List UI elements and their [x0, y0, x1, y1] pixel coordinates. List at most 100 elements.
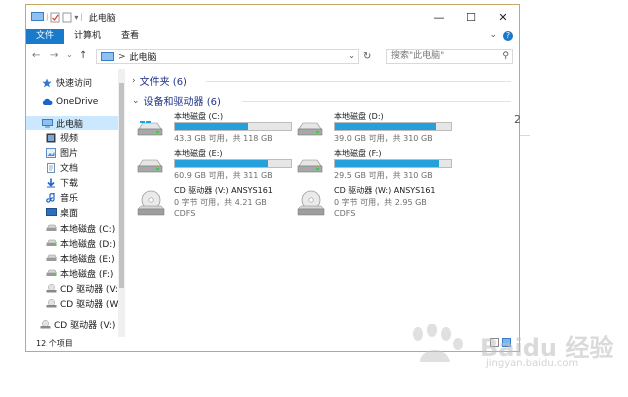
- title-bar: | ▾ | 此电脑 — ☐ ✕: [26, 5, 519, 29]
- back-arrow-icon[interactable]: ←: [32, 50, 40, 61]
- drive-usage-bar: [334, 159, 452, 168]
- sidebar-item[interactable]: 下载: [26, 175, 118, 189]
- recent-locations-icon[interactable]: ⌄: [66, 50, 73, 59]
- drive-icon: [46, 269, 57, 278]
- sidebar-item[interactable]: 图片: [26, 145, 118, 159]
- sidebar-item-label: 视频: [60, 133, 79, 144]
- address-dropdown-icon[interactable]: ⌄: [348, 51, 355, 60]
- cd-drive-icon: [137, 190, 165, 216]
- chevron-right-icon: ›: [132, 75, 136, 86]
- expand-ribbon-icon[interactable]: ⌄: [489, 30, 497, 40]
- drive-usage-fill: [335, 123, 436, 130]
- drive-icon: [46, 254, 57, 263]
- sidebar-scrollbar[interactable]: [118, 69, 125, 337]
- sidebar-item-label: CD 驱动器 (V:) A: [60, 284, 118, 295]
- cd-drive-filesystem: CDFS: [334, 209, 356, 218]
- sidebar-item[interactable]: 视频: [26, 130, 118, 144]
- address-input[interactable]: > 此电脑 ⌄: [96, 49, 359, 64]
- scrollbar-thumb[interactable]: [119, 83, 124, 288]
- cd-drive-icon: [297, 190, 325, 216]
- sidebar-item[interactable]: 音乐: [26, 190, 118, 204]
- sidebar-item-label: 音乐: [60, 193, 79, 204]
- computer-icon: [101, 52, 114, 61]
- cd-drive-filesystem: CDFS: [174, 209, 196, 218]
- sidebar-item[interactable]: CD 驱动器 (W:): [26, 296, 118, 310]
- drive-tile[interactable]: 本地磁盘 (E:) 60.9 GB 可用，共 311 GB: [134, 148, 292, 182]
- hard-drive-icon: [297, 159, 323, 173]
- cd-drive-tile[interactable]: CD 驱动器 (V:) ANSYS161 0 字节 可用，共 4.21 GB CDF…: [134, 185, 294, 225]
- drive-icon: [46, 224, 57, 233]
- drive-usage-fill: [335, 160, 440, 167]
- sidebar-item[interactable]: 本地磁盘 (F:): [26, 266, 118, 280]
- drive-space-info: 29.5 GB 可用，共 310 GB: [334, 171, 433, 180]
- cd-drive-icon: [46, 298, 57, 308]
- drive-icon: [46, 239, 57, 248]
- chevron-down-icon: ⌄: [132, 95, 140, 106]
- up-arrow-icon[interactable]: ↑: [79, 50, 87, 61]
- download-icon: [46, 178, 56, 187]
- baidu-paw-logo-icon: [413, 324, 463, 362]
- drive-tile[interactable]: 本地磁盘 (F:) 29.5 GB 可用，共 310 GB: [294, 148, 452, 182]
- background-line: [520, 135, 530, 136]
- sidebar-item[interactable]: 本地磁盘 (E:): [26, 251, 118, 265]
- sidebar-item[interactable]: 此电脑: [26, 116, 118, 130]
- new-folder-icon[interactable]: [62, 12, 72, 23]
- minimize-button[interactable]: —: [423, 5, 455, 29]
- window-title: 此电脑: [88, 13, 116, 24]
- folders-group-header[interactable]: › 文件夹 (6): [132, 73, 187, 89]
- drive-name: 本地磁盘 (F:): [334, 149, 382, 158]
- desktop-icon: [46, 207, 57, 217]
- help-icon[interactable]: ?: [503, 31, 513, 41]
- sidebar-item[interactable]: 快速访问: [26, 75, 118, 89]
- cloud-icon: [42, 98, 53, 107]
- close-button[interactable]: ✕: [487, 5, 519, 29]
- pictures-folder-icon: [46, 147, 56, 158]
- drive-tile[interactable]: 本地磁盘 (D:) 39.0 GB 可用，共 310 GB: [294, 111, 452, 145]
- sidebar-item[interactable]: 桌面: [26, 205, 118, 219]
- cd-drive-icon: [46, 283, 57, 293]
- sidebar-item-label: 快速访问: [56, 78, 93, 89]
- window-controls: — ☐ ✕: [423, 5, 519, 29]
- cd-drive-name: CD 驱动器 (V:) ANSYS161: [174, 186, 273, 195]
- sidebar-item[interactable]: CD 驱动器 (V:) A: [26, 281, 118, 295]
- devices-group-label: 设备和驱动器 (6): [143, 97, 221, 108]
- group-divider: [242, 101, 511, 102]
- ribbon-tabs: 文件 计算机 查看 ⌄ ?: [26, 29, 519, 44]
- sidebar-item[interactable]: 文档: [26, 160, 118, 174]
- maximize-button[interactable]: ☐: [455, 5, 487, 29]
- sidebar-item[interactable]: OneDrive: [26, 95, 118, 109]
- sidebar-item[interactable]: 本地磁盘 (D:): [26, 236, 118, 250]
- tab-computer[interactable]: 计算机: [64, 29, 111, 44]
- customize-toolbar-icon[interactable]: ▾: [74, 13, 78, 22]
- sidebar-item-label: CD 驱动器 (W:): [60, 299, 118, 310]
- sidebar-item-label: OneDrive: [56, 97, 99, 107]
- hard-drive-icon: [137, 159, 163, 173]
- hard-drive-icon: [297, 122, 323, 136]
- forward-arrow-icon[interactable]: →: [50, 50, 58, 61]
- cd-drive-icon: [40, 319, 51, 329]
- computer-icon: [31, 12, 44, 22]
- drive-name: 本地磁盘 (C:): [174, 112, 224, 121]
- sidebar-item[interactable]: 本地磁盘 (C:): [26, 221, 118, 235]
- breadcrumb[interactable]: 此电脑: [130, 50, 157, 63]
- baidu-url-text: jingyan.baidu.com: [486, 358, 579, 369]
- cd-drive-space-info: 0 字节 可用，共 2.95 GB: [334, 198, 427, 207]
- cd-drive-tile[interactable]: CD 驱动器 (W:) ANSYS161 0 字节 可用，共 2.95 GB CDF…: [294, 185, 454, 225]
- sidebar-item-label: 本地磁盘 (D:): [60, 239, 116, 250]
- sidebar-item-label: 文档: [60, 163, 79, 174]
- music-icon: [46, 192, 56, 203]
- cd-drive-space-info: 0 字节 可用，共 4.21 GB: [174, 198, 267, 207]
- tab-view[interactable]: 查看: [111, 29, 149, 44]
- folders-group-label: 文件夹 (6): [139, 77, 187, 88]
- devices-group-header[interactable]: ⌄ 设备和驱动器 (6): [132, 93, 221, 109]
- group-divider: [206, 81, 511, 82]
- drive-usage-bar: [174, 159, 292, 168]
- drive-usage-fill: [175, 123, 249, 130]
- refresh-icon[interactable]: ↻: [363, 51, 371, 62]
- tab-file[interactable]: 文件: [26, 29, 65, 44]
- separator: |: [46, 13, 49, 21]
- drive-tile[interactable]: 本地磁盘 (C:) 43.3 GB 可用，共 118 GB: [134, 111, 292, 145]
- drive-name: 本地磁盘 (E:): [174, 149, 223, 158]
- properties-icon[interactable]: [50, 12, 60, 23]
- search-input[interactable]: 搜索"此电脑" ⚲: [386, 49, 513, 64]
